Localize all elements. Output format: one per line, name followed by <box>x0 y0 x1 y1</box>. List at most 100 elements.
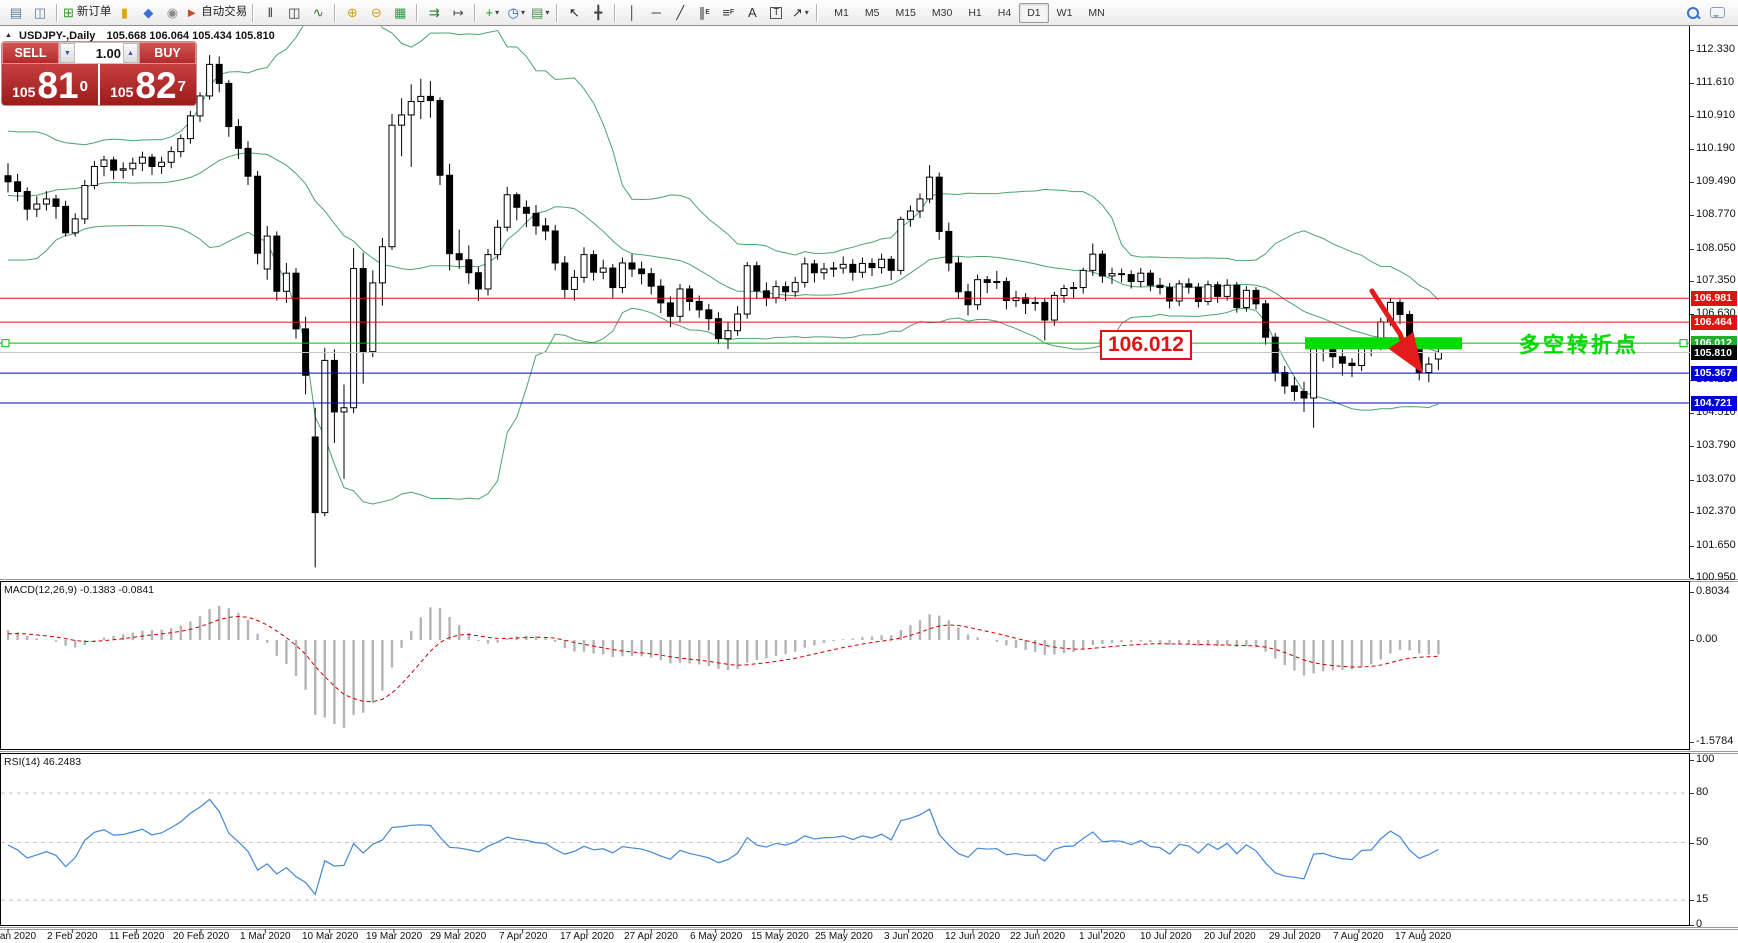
price-axis-tick: 100.950 <box>1696 571 1736 584</box>
line-chart-icon[interactable]: ∿ <box>307 3 329 23</box>
line-handle[interactable] <box>1679 339 1688 348</box>
price-tick-mark <box>1690 115 1694 117</box>
date-axis-label: 2 Feb 2020 <box>47 931 98 942</box>
zoom-in-icon[interactable]: ⊕ <box>341 3 363 23</box>
date-axis-label: 17 Apr 2020 <box>560 931 614 942</box>
macd-axis-tick: 0.00 <box>1696 633 1718 645</box>
volume-stepper[interactable]: ▼ 1.00 ▲ <box>59 42 139 64</box>
date-axis-label: 23 Jan 2020 <box>0 931 37 942</box>
sell-price-main: 81 <box>37 65 79 105</box>
new-order-icon-label: 新订单 <box>76 5 112 18</box>
price-axis-tick: 103.790 <box>1696 439 1736 452</box>
price-axis-tick: 112.330 <box>1696 43 1735 55</box>
cursor-icon[interactable]: ↖ <box>563 3 585 23</box>
macd-tick-mark <box>1690 640 1694 641</box>
timeframe-m1[interactable]: M1 <box>826 3 857 23</box>
expand-triangle-icon[interactable]: ▲ <box>5 32 12 39</box>
timeframe-w1[interactable]: W1 <box>1049 3 1081 23</box>
shapes-icon[interactable]: ↗ ▾ <box>789 3 811 23</box>
price-tick-mark <box>1690 248 1694 250</box>
price-level-badge: 105.810 <box>1691 345 1737 361</box>
macd-axis-tick: 0.8034 <box>1696 585 1730 597</box>
rsi-axis-tick: 50 <box>1696 835 1709 848</box>
date-axis-label: 15 May 2020 <box>751 931 809 942</box>
price-tick-mark <box>1690 545 1694 547</box>
price-axis-tick: 108.050 <box>1696 241 1736 254</box>
new-order-icon[interactable]: ⊞ 新订单 <box>63 3 111 23</box>
chart-shift-icon[interactable]: ↦ <box>447 3 469 23</box>
rsi-axis-tick: 0 <box>1696 918 1703 930</box>
timeframe-mn[interactable]: MN <box>1080 3 1112 23</box>
price-level-callout[interactable]: 106.012 <box>1100 330 1192 360</box>
trendline-icon[interactable]: ╱ <box>669 3 691 23</box>
toolbar-separator <box>56 3 58 22</box>
price-level-badge: 106.981 <box>1691 290 1737 306</box>
gold-icon[interactable]: ▮ <box>113 3 135 23</box>
price-tick-mark <box>1690 512 1694 514</box>
date-axis-label: 10 Mar 2020 <box>302 931 359 942</box>
price-axis-tick: 102.370 <box>1696 505 1736 518</box>
label-icon[interactable]: T <box>765 3 787 23</box>
profiles-icon[interactable]: ◫ <box>29 3 51 23</box>
auto-scroll-icon[interactable]: ⇉ <box>423 3 445 23</box>
autotrade-icon-label: 自动交易 <box>201 5 248 18</box>
templates-icon[interactable]: ▤ ▾ <box>529 3 551 23</box>
date-axis-label: 10 Jul 2020 <box>1140 931 1192 942</box>
timeframe-d1[interactable]: D1 <box>1019 2 1049 23</box>
volume-value[interactable]: 1.00 <box>75 46 123 61</box>
sell-button[interactable]: SELL <box>2 42 59 64</box>
date-axis-label: 1 Mar 2020 <box>240 931 291 942</box>
chart-canvas[interactable] <box>0 26 1738 943</box>
price-tick-mark <box>1690 578 1694 580</box>
buy-price[interactable]: 105 82 7 <box>100 64 196 105</box>
chart-title: ▲ USDJPY-,Daily 105.668 106.064 105.434 … <box>5 30 275 42</box>
toolbar-separator <box>614 3 617 22</box>
support-highlight-band[interactable] <box>1305 337 1462 350</box>
chart-window-icon[interactable]: ▤ <box>5 3 27 23</box>
search-icon[interactable] <box>1682 3 1704 23</box>
toolbar-separator <box>474 3 477 22</box>
signals-icon[interactable]: ◉ <box>161 3 183 23</box>
date-axis-label: 20 Feb 2020 <box>173 931 230 942</box>
date-axis-label: 7 Apr 2020 <box>499 931 548 942</box>
price-tick-mark <box>1690 50 1694 51</box>
channel-icon[interactable]: ∥ E <box>693 3 715 23</box>
tile-windows-icon[interactable]: ▦ <box>389 3 411 23</box>
date-axis-label: 25 May 2020 <box>815 931 873 942</box>
macd-axis-tick: -1.5784 <box>1696 735 1734 747</box>
autotrade-icon[interactable]: ► 自动交易 <box>185 3 247 23</box>
market-icon[interactable]: ◆ <box>137 3 159 23</box>
rsi-tick-mark <box>1690 900 1694 902</box>
zoom-out-icon[interactable]: ⊖ <box>365 3 387 23</box>
toolbar: ▤ ◫ ⊞ 新订单 ▮ ◆ ◉ ► 自动交易 ‖ ◫ ∿ ⊕ ⊖ ▦ ⇉ ↦ + ▾ ◷ ▾ ▤ ▾ ↖ ╋ │ ─ ╱ ∥ E ≡ F A T ↗… <box>0 0 1738 26</box>
buy-button[interactable]: BUY <box>139 42 196 64</box>
price-axis-tick: 110.190 <box>1696 142 1735 155</box>
periods-icon[interactable]: ◷ ▾ <box>505 3 527 23</box>
timeframe-h4[interactable]: H4 <box>990 3 1019 23</box>
price-tick-mark <box>1690 479 1694 481</box>
turning-point-annotation[interactable]: 多空转折点 <box>1519 329 1639 359</box>
volume-down-button[interactable]: ▼ <box>60 43 75 63</box>
bar-chart-icon[interactable]: ‖ <box>259 3 281 23</box>
timeframe-h1[interactable]: H1 <box>960 3 989 23</box>
price-tick-mark <box>1690 181 1694 183</box>
symbol-period-label: USDJPY-,Daily <box>19 30 96 42</box>
timeframe-m15[interactable]: M15 <box>887 3 923 23</box>
chat-icon[interactable] <box>1706 3 1728 23</box>
text-icon[interactable]: A <box>741 3 763 23</box>
price-tick-mark <box>1690 446 1694 448</box>
indicators-icon[interactable]: + ▾ <box>481 3 503 23</box>
line-handle[interactable] <box>1 339 10 348</box>
price-tick-mark <box>1690 412 1694 414</box>
sell-price-base: 105 <box>12 84 36 100</box>
date-axis-label: 29 Mar 2020 <box>430 931 487 942</box>
sell-price[interactable]: 105 81 0 <box>2 64 98 105</box>
volume-up-button[interactable]: ▲ <box>123 43 138 63</box>
vline-icon[interactable]: │ <box>621 3 643 23</box>
timeframe-m5[interactable]: M5 <box>857 3 888 23</box>
crosshair-icon[interactable]: ╋ <box>587 3 609 23</box>
timeframe-m30[interactable]: M30 <box>924 3 960 23</box>
candlestick-icon[interactable]: ◫ <box>283 3 305 23</box>
fibo-icon[interactable]: ≡ F <box>717 3 739 23</box>
hline-icon[interactable]: ─ <box>645 3 667 23</box>
